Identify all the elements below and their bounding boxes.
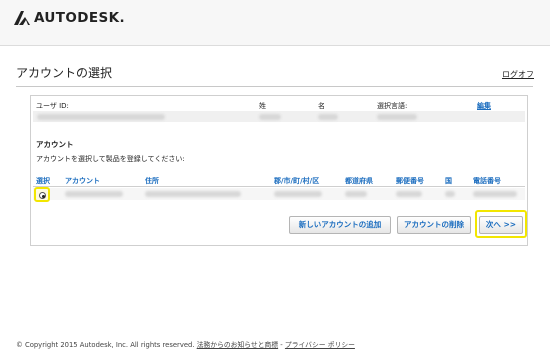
col-select: 選択 xyxy=(36,177,50,185)
language-value-redacted xyxy=(377,114,417,120)
footer-separator: - xyxy=(280,341,283,349)
col-account: アカウント xyxy=(65,177,100,185)
select-highlight xyxy=(34,187,50,202)
col-prefecture: 都道府県 xyxy=(345,177,373,185)
account-radio-button[interactable] xyxy=(39,192,46,199)
account-section-description: アカウントを選択して製品を登録してください: xyxy=(36,155,185,163)
col-city: 郡/市/町/村/区 xyxy=(274,177,320,185)
account-selection-panel: ユーザ ID: 姓 名 選択言語: 編集 アカウント アカウントを選択して製品を… xyxy=(30,95,528,246)
copyright-text: © Copyright 2015 Autodesk, Inc. All righ… xyxy=(16,341,195,349)
col-address: 住所 xyxy=(145,177,159,185)
last-name-value-redacted xyxy=(259,114,281,120)
account-section-title: アカウント xyxy=(36,140,74,149)
col-postal-code: 郵便番号 xyxy=(396,177,424,185)
delete-account-button[interactable]: アカウントの削除 xyxy=(397,216,471,234)
language-label: 選択言語: xyxy=(377,102,408,110)
col-country: 国 xyxy=(445,177,452,185)
title-divider xyxy=(16,86,533,87)
country-redacted xyxy=(445,191,455,197)
autodesk-a-icon xyxy=(14,11,30,25)
first-name-value-redacted xyxy=(318,114,338,120)
site-header: AUTODESK. xyxy=(0,0,550,46)
add-account-button[interactable]: 新しいアカウントの追加 xyxy=(289,216,391,234)
autodesk-logo[interactable]: AUTODESK. xyxy=(14,10,125,26)
radio-selected-dot xyxy=(41,194,45,198)
legal-notices-link[interactable]: 法務からのお知らせと商標 xyxy=(197,341,278,349)
logout-link[interactable]: ログオフ xyxy=(502,69,534,80)
city-redacted xyxy=(274,191,322,197)
phone-redacted xyxy=(473,191,517,197)
brand-name: AUTODESK. xyxy=(34,10,126,26)
user-id-label: ユーザ ID: xyxy=(36,102,69,110)
edit-link[interactable]: 編集 xyxy=(477,101,491,111)
last-name-label: 姓 xyxy=(259,102,266,110)
user-id-value-redacted xyxy=(37,114,165,120)
table-header-divider xyxy=(33,186,525,187)
col-phone: 電話番号 xyxy=(473,177,501,185)
address-redacted xyxy=(145,191,241,197)
next-button[interactable]: 次へ >> xyxy=(479,216,523,234)
postal-code-redacted xyxy=(396,191,422,197)
privacy-policy-link[interactable]: プライバシー ポリシー xyxy=(285,341,355,349)
prefecture-redacted xyxy=(345,191,367,197)
account-name-redacted xyxy=(65,191,123,197)
first-name-label: 名 xyxy=(318,102,325,110)
footer: © Copyright 2015 Autodesk, Inc. All righ… xyxy=(16,339,355,349)
page-title: アカウントの選択 xyxy=(16,66,113,80)
